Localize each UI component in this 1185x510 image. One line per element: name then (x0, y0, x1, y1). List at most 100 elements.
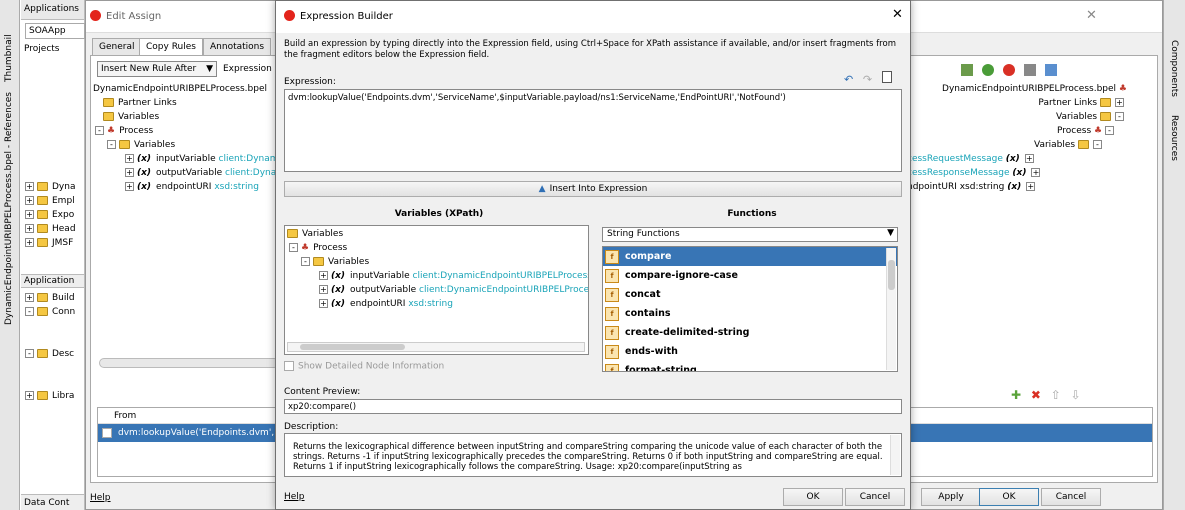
cancel-button[interactable]: Cancel (845, 488, 905, 506)
checkbox-box[interactable] (284, 361, 294, 371)
insert-rule-dropdown[interactable]: Insert New Rule After ▼ (97, 61, 217, 77)
function-icon: f (605, 344, 619, 359)
target-root[interactable]: DynamicEndpointURIBPELProcess.bpel ♣ (942, 82, 1127, 96)
target-var[interactable]: cessRequestMessage (x) + (907, 152, 1043, 166)
rule-actions: ✚ ✖ ⇧ ⇩ (1011, 388, 1081, 402)
tab-annotations[interactable]: Annotations (203, 38, 272, 55)
thumbnail-vtab[interactable]: Thumbnail (4, 22, 14, 82)
resources-vtab[interactable]: Resources (1169, 115, 1179, 161)
project-item[interactable]: + Expo (25, 208, 76, 222)
variables-hscrollbar[interactable] (287, 342, 585, 352)
app-item[interactable]: + Libra (25, 389, 75, 403)
tree-var[interactable]: + (x) outputVariable client:DynamicEndpoin… (287, 283, 588, 297)
move-down-icon[interactable]: ⇩ (1071, 388, 1081, 402)
references-vtab[interactable]: DynamicEndpointURIBPELProcess.bpel - Ref… (4, 92, 14, 325)
target-var[interactable]: ndpointURI xsd:string (x) + (907, 180, 1043, 194)
function-format-string[interactable]: f format-string (603, 361, 897, 371)
process-icon: ♣ (301, 243, 310, 253)
app-item[interactable]: + Build (25, 291, 75, 305)
up-arrow-icon: ▲ (538, 184, 546, 194)
app-item[interactable]: - Desc (25, 347, 75, 361)
tree-var[interactable]: + (x) endpointURI xsd:string (93, 180, 281, 194)
target-var[interactable]: cessResponseMessage (x) + (907, 166, 1043, 180)
target-process-variables[interactable]: Variables - (942, 138, 1127, 152)
function-icon: f (605, 325, 619, 340)
undo-icon[interactable]: ↶ (844, 73, 856, 86)
show-detailed-checkbox[interactable]: Show Detailed Node Information (284, 361, 444, 372)
new-document-icon[interactable] (881, 71, 892, 83)
projects-header[interactable]: Projects (24, 44, 59, 54)
delete-icon[interactable] (1002, 64, 1015, 76)
redo-icon[interactable]: ↷ (863, 73, 875, 86)
function-category-select[interactable]: String Functions ▼ (602, 227, 898, 242)
function-icon: f (605, 306, 619, 321)
expression-builder-dialog: Expression Builder ✕ Build an expression… (275, 0, 911, 510)
description-vscrollbar[interactable] (890, 435, 900, 475)
help-button[interactable]: Help (90, 489, 130, 507)
expression-label: Expression: (284, 77, 336, 87)
application-resources-header[interactable]: Application (21, 274, 84, 288)
components-vtab[interactable]: Components (1169, 40, 1179, 97)
target-variables[interactable]: Variables - (942, 110, 1127, 124)
source-tree: DynamicEndpointURIBPELProcess.bpel Partn… (93, 82, 281, 194)
ok-button[interactable]: OK (783, 488, 843, 506)
close-icon[interactable]: ✕ (1086, 8, 1097, 23)
tree-var[interactable]: + (x) inputVariable client:Dynami (93, 152, 281, 166)
hscroll-thumb[interactable] (300, 344, 405, 350)
help-button[interactable]: Help (284, 488, 324, 506)
tree-var[interactable]: + (x) inputVariable client:DynamicEndpoint… (287, 269, 588, 283)
tab-general[interactable]: General (92, 38, 142, 55)
function-icon: f (605, 363, 619, 371)
description-box: Returns the lexicographical difference b… (284, 433, 902, 477)
right-toolbar (961, 64, 1057, 79)
target-partner-links[interactable]: Partner Links + (942, 96, 1127, 110)
apply-button[interactable]: Apply (921, 488, 981, 506)
functions-vscrollbar[interactable] (886, 248, 896, 370)
gear-tool-icon[interactable] (961, 64, 973, 76)
function-create-delimited-string[interactable]: f create-delimited-string (603, 323, 897, 342)
project-item[interactable]: + JMSF (25, 236, 76, 250)
tab-copy-rules[interactable]: Copy Rules (139, 38, 203, 55)
tree-variables[interactable]: Variables (287, 227, 586, 241)
tree-var[interactable]: + (x) endpointURI xsd:string (287, 297, 586, 311)
insert-into-expression-button[interactable]: ▲ Insert Into Expression (284, 181, 902, 197)
tree-partner-links[interactable]: Partner Links (93, 96, 281, 110)
project-item[interactable]: + Empl (25, 194, 76, 208)
soa-app-selector[interactable]: SOAApp (25, 23, 85, 39)
tree-variables[interactable]: Variables (93, 110, 281, 124)
align-icon[interactable] (1023, 64, 1036, 76)
content-preview-field[interactable] (284, 399, 902, 414)
project-item[interactable]: + Head (25, 222, 76, 236)
remove-rule-icon[interactable]: ✖ (1031, 388, 1041, 402)
data-controls-header[interactable]: Data Cont (21, 494, 84, 510)
move-up-icon[interactable]: ⇧ (1051, 388, 1061, 402)
process-icon: ♣ (107, 126, 116, 136)
close-icon[interactable]: ✕ (892, 7, 903, 22)
tree-process-variables[interactable]: - Variables (287, 255, 586, 269)
function-ends-with[interactable]: f ends-with (603, 342, 897, 361)
map-icon[interactable] (1044, 64, 1057, 76)
tree-process[interactable]: - ♣ Process (287, 241, 586, 255)
project-item[interactable]: + Dyna (25, 180, 76, 194)
recycle-icon[interactable] (981, 64, 994, 76)
function-compare[interactable]: f compare (603, 247, 897, 266)
tree-process[interactable]: - ♣ Process (93, 124, 281, 138)
tree-var[interactable]: + (x) outputVariable client:Dynar (93, 166, 281, 180)
applications-header: Applications (21, 0, 84, 20)
function-icon: f (605, 268, 619, 283)
cancel-button[interactable]: Cancel (1041, 488, 1101, 506)
chevron-down-icon: ▼ (887, 228, 894, 238)
tree-root[interactable]: DynamicEndpointURIBPELProcess.bpel (93, 82, 281, 96)
function-contains[interactable]: f contains (603, 304, 897, 323)
vscroll-thumb[interactable] (888, 260, 895, 290)
edit-assign-title: Edit Assign (106, 11, 162, 22)
function-compare-ignore-case[interactable]: f compare-ignore-case (603, 266, 897, 285)
tree-process-variables[interactable]: - Variables (93, 138, 281, 152)
expression-field[interactable]: dvm:lookupValue('Endpoints.dvm','Service… (284, 89, 902, 172)
add-rule-icon[interactable]: ✚ (1011, 388, 1021, 402)
target-process[interactable]: Process ♣ - (942, 124, 1127, 138)
function-concat[interactable]: f concat (603, 285, 897, 304)
ok-button[interactable]: OK (979, 488, 1039, 506)
source-hscrollbar[interactable] (99, 358, 279, 368)
app-item[interactable]: - Conn (25, 305, 75, 319)
